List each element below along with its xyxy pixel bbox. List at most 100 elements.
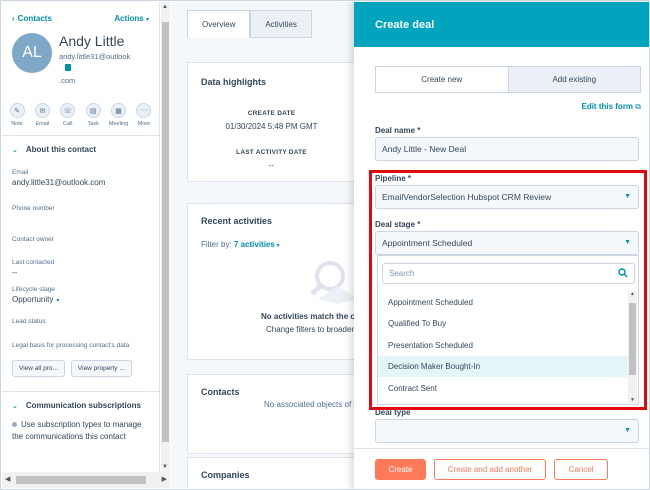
search-icon: [618, 268, 628, 278]
owner-property[interactable]: Contact owner: [2, 236, 159, 243]
scrollbar-thumb[interactable]: [629, 303, 636, 375]
view-property-history-button[interactable]: View property ...: [70, 360, 132, 377]
task-icon: ▤: [85, 103, 101, 118]
communication-text: Use subscription types to manage the com…: [12, 420, 142, 441]
note-icon: ✎: [9, 103, 25, 118]
sidebar-horizontal-scrollbar[interactable]: ◀ ▶: [2, 472, 170, 488]
phone-property[interactable]: Phone number: [2, 205, 159, 212]
deal-stage-select[interactable]: Appointment Scheduled ▼: [375, 231, 639, 255]
empty-state-subtitle: Change filters to broader: [266, 325, 355, 334]
recent-activities-card: Recent activities Filter by: 7 activitie…: [187, 203, 356, 360]
action-email-button[interactable]: ✉ Email: [31, 103, 53, 127]
tab-create-new[interactable]: Create new: [376, 67, 508, 92]
cancel-button[interactable]: Cancel: [554, 459, 608, 480]
chevron-down-icon: ⌄: [12, 146, 18, 154]
dropdown-scrollbar[interactable]: ▲ ▼: [628, 291, 637, 403]
chevron-down-icon: ▾: [145, 17, 149, 23]
activity-filter[interactable]: Filter by: 7 activities ▾: [188, 226, 356, 249]
actions-menu[interactable]: Actions ▾: [114, 14, 149, 23]
lifecycle-property[interactable]: Lifecycle stage Opportunity ▾: [2, 286, 159, 304]
action-label: Email: [35, 121, 50, 127]
action-note-button[interactable]: ✎ Note: [6, 103, 28, 127]
edit-form-link[interactable]: Edit this form ⧉: [581, 102, 641, 112]
last-activity-label: LAST ACTIVITY DATE: [236, 149, 307, 156]
contact-name: Andy Little: [59, 33, 125, 49]
chevron-down-icon: ▼: [624, 193, 631, 200]
scrollbar-thumb[interactable]: [16, 476, 146, 484]
stage-option[interactable]: Contract Sent: [378, 378, 628, 399]
back-to-contacts-link[interactable]: ‹ Contacts: [12, 14, 52, 23]
email-icon: ✉: [34, 103, 50, 118]
card-title: Recent activities: [201, 216, 273, 226]
card-title: Companies: [201, 470, 250, 480]
lead-status-property[interactable]: Lead status: [2, 318, 159, 325]
card-title: Contacts: [201, 387, 240, 397]
create-mode-toggle: Create new Add existing: [375, 66, 641, 93]
stage-search-input[interactable]: Search: [382, 263, 635, 284]
activity-actions: ✎ Note ✉ Email ☏ Call ▤ Task ▦ Meeting ··· More: [2, 87, 159, 127]
copy-icon[interactable]: [65, 64, 71, 71]
scroll-left-icon[interactable]: ◀: [5, 475, 10, 483]
companies-card: Companies: [187, 457, 356, 488]
action-label: Task: [87, 121, 99, 127]
scroll-down-icon[interactable]: ▼: [162, 464, 168, 470]
record-main: Overview Activities Data highlights CREA…: [171, 2, 356, 488]
panel-footer: Create Create and add another Cancel: [354, 448, 649, 489]
action-meeting-button[interactable]: ▦ Meeting: [108, 103, 130, 127]
deal-stage-label: Deal stage *: [375, 220, 421, 229]
view-all-properties-button[interactable]: View all pro...: [12, 360, 65, 377]
create-button[interactable]: Create: [375, 459, 426, 480]
action-label: Meeting: [108, 121, 129, 127]
scroll-right-icon[interactable]: ▶: [162, 475, 167, 483]
meeting-icon: ▦: [111, 103, 127, 118]
scroll-up-icon[interactable]: ▲: [162, 4, 168, 10]
avatar: AL: [12, 33, 52, 73]
external-link-icon: ⧉: [635, 102, 641, 111]
contacts-card: Contacts No associated objects of t: [187, 374, 356, 454]
contact-sidebar: ‹ Contacts Actions ▾ AL Andy Little andy.…: [2, 2, 160, 488]
create-date-value: 01/30/2024 5:48 PM GMT: [225, 122, 318, 131]
card-title: Data highlights: [201, 77, 266, 87]
stage-option[interactable]: Presentation Scheduled: [378, 335, 628, 356]
communication-section-toggle[interactable]: ⌄ Communication subscriptions: [2, 392, 159, 419]
stage-option[interactable]: Qualified To Buy: [378, 313, 628, 334]
tab-overview[interactable]: Overview: [187, 10, 251, 38]
more-icon: ···: [136, 103, 152, 118]
empty-state-title: No activities match the c: [261, 312, 355, 321]
app-window: ‹ Contacts Actions ▾ AL Andy Little andy.…: [0, 0, 650, 490]
stage-option[interactable]: Decision Maker Bought-In: [378, 356, 628, 377]
deal-name-label: Deal name *: [375, 126, 421, 135]
sidebar-scrollbar[interactable]: ▲ ▼: [161, 2, 170, 472]
scroll-down-icon[interactable]: ▼: [630, 397, 635, 403]
pipeline-select[interactable]: EmailVendorSelection Hubspot CRM Review …: [375, 185, 639, 209]
stage-option[interactable]: Appointment Scheduled: [378, 292, 628, 313]
email-property[interactable]: Email andy.little31@outlook.com: [2, 169, 159, 187]
create-and-add-another-button[interactable]: Create and add another: [434, 459, 546, 480]
action-task-button[interactable]: ▤ Task: [82, 103, 104, 127]
last-contacted-property[interactable]: Last contacted --: [2, 259, 159, 277]
chevron-down-icon: ▾: [274, 243, 280, 249]
chevron-left-icon: ‹: [12, 14, 15, 23]
action-label: Note: [11, 121, 23, 127]
scrollbar-thumb[interactable]: [162, 22, 169, 442]
scroll-up-icon[interactable]: ▲: [630, 291, 635, 297]
chevron-down-icon: ▾: [56, 298, 60, 304]
contact-email: andy.little31@outlook .com: [59, 52, 131, 85]
legal-basis-property[interactable]: Legal basis for processing contact's dat…: [2, 342, 159, 349]
deal-type-select[interactable]: ▼: [375, 419, 639, 443]
empty-state-illustration: [310, 261, 356, 304]
tab-add-existing[interactable]: Add existing: [507, 67, 640, 92]
create-deal-panel: Create deal Create new Add existing Edit…: [354, 2, 649, 489]
chevron-down-icon: ⌄: [12, 402, 18, 410]
deal-name-input[interactable]: Andy Little - New Deal: [375, 137, 639, 161]
panel-title: Create deal: [354, 2, 649, 47]
action-label: More: [137, 121, 151, 127]
create-date-label: CREATE DATE: [247, 110, 296, 117]
tab-activities[interactable]: Activities: [250, 10, 312, 38]
about-section-toggle[interactable]: ⌄ About this contact: [2, 136, 159, 163]
action-more-button[interactable]: ··· More: [133, 103, 155, 127]
chevron-down-icon: ▼: [624, 427, 631, 434]
action-call-button[interactable]: ☏ Call: [57, 103, 79, 127]
call-icon: ☏: [60, 103, 76, 118]
pipeline-label: Pipeline *: [375, 174, 412, 183]
